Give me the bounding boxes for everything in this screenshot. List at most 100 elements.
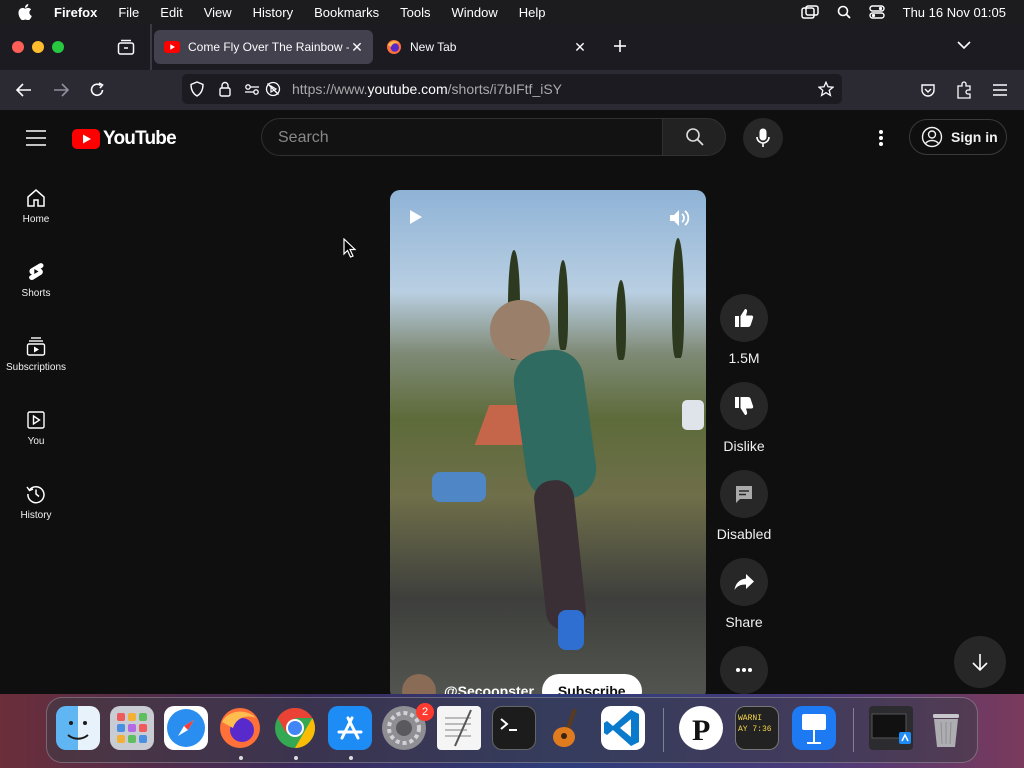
menu-history[interactable]: History — [253, 5, 293, 20]
permissions-icon[interactable] — [244, 82, 260, 96]
safari-app-icon[interactable] — [164, 706, 208, 750]
browser-navigation-bar: https://www.youtube.com/shorts/i7bIFtf_i… — [0, 70, 1024, 110]
sidebar-item-label: History — [20, 510, 52, 521]
comments-action[interactable]: Disabled — [717, 470, 771, 542]
channel-avatar[interactable] — [402, 674, 436, 694]
tab-title: Come Fly Over The Rainbow - YouTube — [188, 40, 349, 54]
console-app-icon[interactable]: WARNI AY 7:36 — [735, 706, 779, 750]
new-tab-plus-icon[interactable] — [612, 38, 628, 54]
window-zoom-button[interactable] — [52, 41, 64, 53]
tab-new-tab[interactable]: New Tab ✕ — [376, 30, 596, 64]
youtube-logo[interactable]: YouTube — [72, 128, 177, 150]
menu-app-name[interactable]: Firefox — [54, 5, 97, 20]
short-channel-info: @Secoopster Subscribe — [402, 674, 642, 694]
search-button[interactable] — [662, 118, 726, 156]
search-input[interactable]: Search — [261, 118, 663, 156]
settings-more-icon[interactable] — [878, 129, 884, 147]
tab-close-icon[interactable]: ✕ — [349, 39, 365, 56]
more-action[interactable] — [719, 646, 769, 694]
extensions-puzzle-icon[interactable] — [956, 81, 972, 99]
garageband-app-icon[interactable] — [546, 706, 590, 750]
short-video-player[interactable]: @Secoopster Subscribe — [390, 190, 706, 694]
dislike-button[interactable] — [720, 382, 768, 430]
launchpad-app-icon[interactable] — [110, 706, 154, 750]
url-bar[interactable]: https://www.youtube.com/shorts/i7bIFtf_i… — [182, 74, 842, 104]
volume-icon[interactable] — [668, 208, 690, 228]
video-scene-shoe — [558, 610, 584, 650]
tab-divider — [150, 24, 152, 70]
menu-view[interactable]: View — [204, 5, 232, 20]
share-action[interactable]: Share — [719, 558, 769, 630]
pdf-viewer-app-icon[interactable]: P — [679, 706, 723, 750]
share-button[interactable] — [720, 558, 768, 606]
you-icon — [27, 411, 45, 429]
tab-close-icon[interactable]: ✕ — [572, 39, 588, 56]
menu-help[interactable]: Help — [519, 5, 546, 20]
tab-youtube[interactable]: Come Fly Over The Rainbow - YouTube ✕ — [154, 30, 373, 64]
subscriptions-icon — [26, 337, 46, 356]
menu-edit[interactable]: Edit — [160, 5, 182, 20]
window-close-button[interactable] — [12, 41, 24, 53]
sidebar-item-subscriptions[interactable]: Subscriptions — [0, 336, 72, 373]
hamburger-menu-icon[interactable] — [992, 83, 1008, 97]
svg-text:P: P — [692, 714, 710, 747]
spotlight-search-icon[interactable] — [837, 5, 851, 19]
sidebar-item-shorts[interactable]: Shorts — [0, 262, 72, 299]
dislike-action[interactable]: Dislike — [719, 382, 769, 454]
app-store-app-icon[interactable] — [328, 706, 372, 750]
like-button[interactable] — [720, 294, 768, 342]
url-host: youtube.com — [367, 81, 448, 97]
menu-file[interactable]: File — [118, 5, 139, 20]
comment-icon — [736, 486, 752, 503]
control-center-icon[interactable] — [868, 5, 885, 19]
firefox-view-icon[interactable] — [117, 39, 135, 55]
padlock-icon[interactable] — [218, 81, 232, 97]
arrow-down-icon — [972, 654, 988, 672]
channel-name[interactable]: @Secoopster — [444, 683, 534, 694]
menu-bookmarks[interactable]: Bookmarks — [314, 5, 379, 20]
search-placeholder: Search — [278, 129, 329, 146]
chrome-app-icon[interactable] — [273, 706, 317, 750]
more-options-button[interactable] — [720, 646, 768, 694]
menu-tools[interactable]: Tools — [400, 5, 430, 20]
reload-icon[interactable] — [88, 81, 106, 99]
running-indicator — [294, 756, 298, 760]
macos-menu-bar: Firefox File Edit View History Bookmarks… — [0, 0, 1024, 24]
youtube-play-logo-icon — [72, 129, 100, 149]
autoplay-blocked-icon[interactable] — [265, 81, 281, 97]
like-action[interactable]: 1.5M — [719, 294, 769, 366]
voice-search-button[interactable] — [743, 118, 783, 158]
running-indicator — [239, 756, 243, 760]
comments-button[interactable] — [720, 470, 768, 518]
play-icon[interactable] — [408, 208, 424, 226]
share-arrow-icon — [734, 574, 754, 590]
forward-arrow-icon[interactable] — [52, 82, 70, 98]
url-text[interactable]: https://www.youtube.com/shorts/i7bIFtf_i… — [292, 81, 562, 97]
list-all-tabs-chevron-icon[interactable] — [956, 40, 972, 50]
guide-menu-icon[interactable] — [26, 130, 46, 146]
keynote-app-icon[interactable] — [792, 706, 836, 750]
subscribe-button[interactable]: Subscribe — [541, 674, 642, 694]
sidebar-item-history[interactable]: History — [0, 484, 72, 521]
terminal-app-icon[interactable] — [492, 706, 536, 750]
firefox-app-icon[interactable] — [218, 706, 262, 750]
thumbs-up-icon — [735, 309, 754, 327]
next-short-button[interactable] — [954, 636, 1006, 688]
menu-clock[interactable]: Thu 16 Nov 01:05 — [903, 5, 1006, 20]
bookmark-star-icon[interactable] — [818, 81, 834, 97]
screen-mirroring-icon[interactable] — [800, 5, 819, 19]
sign-in-button[interactable]: Sign in — [909, 119, 1007, 155]
sidebar-item-home[interactable]: Home — [0, 188, 72, 225]
pocket-icon[interactable] — [920, 82, 936, 98]
window-minimize-button[interactable] — [32, 41, 44, 53]
back-arrow-icon[interactable] — [15, 82, 33, 98]
sidebar-item-you[interactable]: You — [0, 410, 72, 447]
vscode-app-icon[interactable] — [601, 706, 645, 750]
trash-app-icon[interactable] — [924, 706, 968, 750]
menu-window[interactable]: Window — [452, 5, 498, 20]
downloads-stack-icon[interactable] — [869, 706, 913, 750]
finder-app-icon[interactable] — [56, 706, 100, 750]
textedit-app-icon[interactable] — [437, 706, 481, 750]
apple-menu-icon[interactable] — [18, 4, 40, 20]
tracking-protection-shield-icon[interactable] — [190, 81, 204, 97]
